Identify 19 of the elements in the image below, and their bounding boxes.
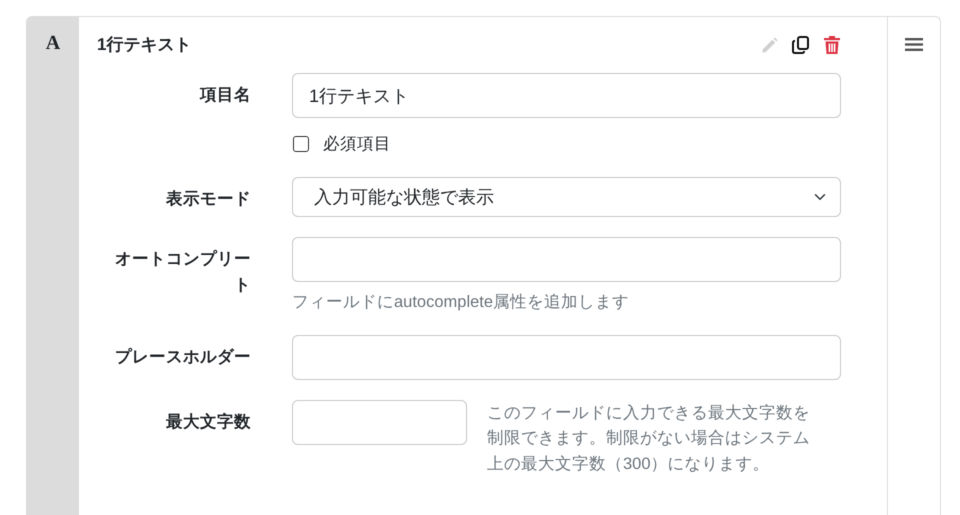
field-label: プレースホルダー <box>115 346 251 368</box>
text-type-icon: A <box>46 33 60 53</box>
copy-icon[interactable] <box>791 35 811 55</box>
help-text: このフィールドに入力できる最大文字数を制限できます。制限がない場合はシステム上の最大文字数（300）になります。 <box>487 402 811 475</box>
field-label: 項目名 <box>200 85 251 106</box>
checkbox-label: 必須項目 <box>323 134 391 155</box>
required-checkbox[interactable] <box>293 136 309 152</box>
text-input[interactable] <box>292 334 841 380</box>
number-input[interactable] <box>292 400 467 444</box>
text-input[interactable] <box>292 236 841 282</box>
help-text: フィールドにautocomplete属性を追加します <box>292 292 630 313</box>
trash-icon[interactable] <box>823 35 841 55</box>
field-title: 1行テキスト <box>97 34 192 56</box>
menu-icon[interactable] <box>905 37 923 52</box>
field-label: オートコンプリート <box>114 248 251 296</box>
field-label: 最大文字数 <box>166 412 251 432</box>
text-input[interactable]: 1行テキスト <box>292 73 841 118</box>
mode-select[interactable]: 入力可能な状態で表示 <box>292 176 841 217</box>
field-label: 表示モード <box>166 188 251 210</box>
